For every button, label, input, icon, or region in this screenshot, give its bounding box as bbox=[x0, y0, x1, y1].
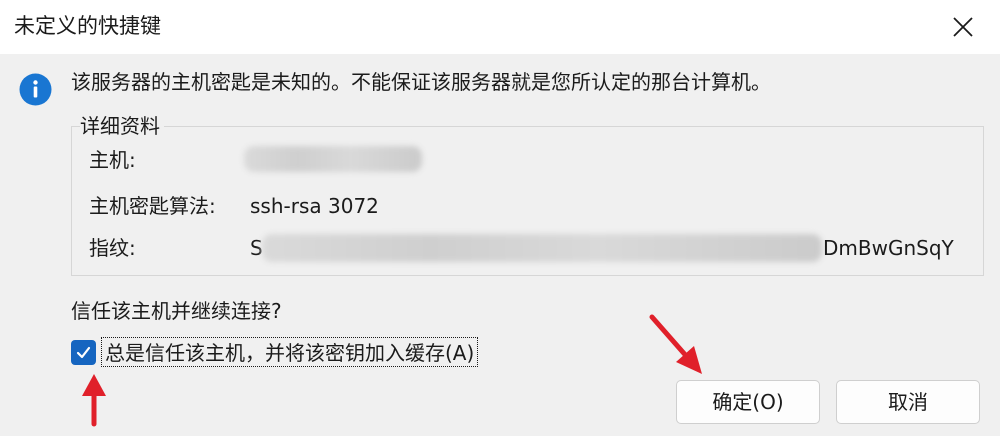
fingerprint-redacted bbox=[262, 234, 822, 262]
ok-button[interactable]: 确定(O) bbox=[676, 380, 820, 424]
checkmark-icon bbox=[76, 346, 91, 359]
key-algorithm-value: ssh-rsa 3072 bbox=[250, 194, 379, 218]
host-label: 主机: bbox=[89, 148, 136, 172]
close-button[interactable] bbox=[944, 8, 982, 46]
details-legend: 详细资料 bbox=[80, 112, 164, 140]
window-title: 未定义的快捷键 bbox=[14, 14, 161, 38]
fingerprint-prefix: S bbox=[250, 236, 263, 260]
fingerprint-label: 指纹: bbox=[89, 236, 136, 260]
title-bar: 未定义的快捷键 bbox=[0, 0, 1000, 54]
info-icon bbox=[19, 73, 52, 106]
annotation-arrow-ok bbox=[649, 314, 702, 374]
close-icon bbox=[953, 17, 973, 37]
trust-question: 信任该主机并继续连接? bbox=[71, 299, 282, 323]
fingerprint-suffix: DmBwGnSqY bbox=[823, 236, 954, 260]
annotation-arrow-checkbox bbox=[82, 374, 106, 427]
always-trust-label[interactable]: 总是信任该主机，并将该密钥加入缓存(A) bbox=[101, 337, 479, 367]
trust-host-dialog: 未定义的快捷键 该服务器的主机密匙是未知的。不能保证该服务器就是您所认定的那台计… bbox=[0, 0, 1000, 436]
unknown-host-message: 该服务器的主机密匙是未知的。不能保证该服务器就是您所认定的那台计算机。 bbox=[71, 70, 771, 94]
host-value-redacted bbox=[244, 146, 422, 172]
always-trust-checkbox[interactable] bbox=[71, 340, 96, 365]
key-algorithm-label: 主机密匙算法: bbox=[89, 194, 216, 218]
cancel-button[interactable]: 取消 bbox=[836, 380, 980, 424]
